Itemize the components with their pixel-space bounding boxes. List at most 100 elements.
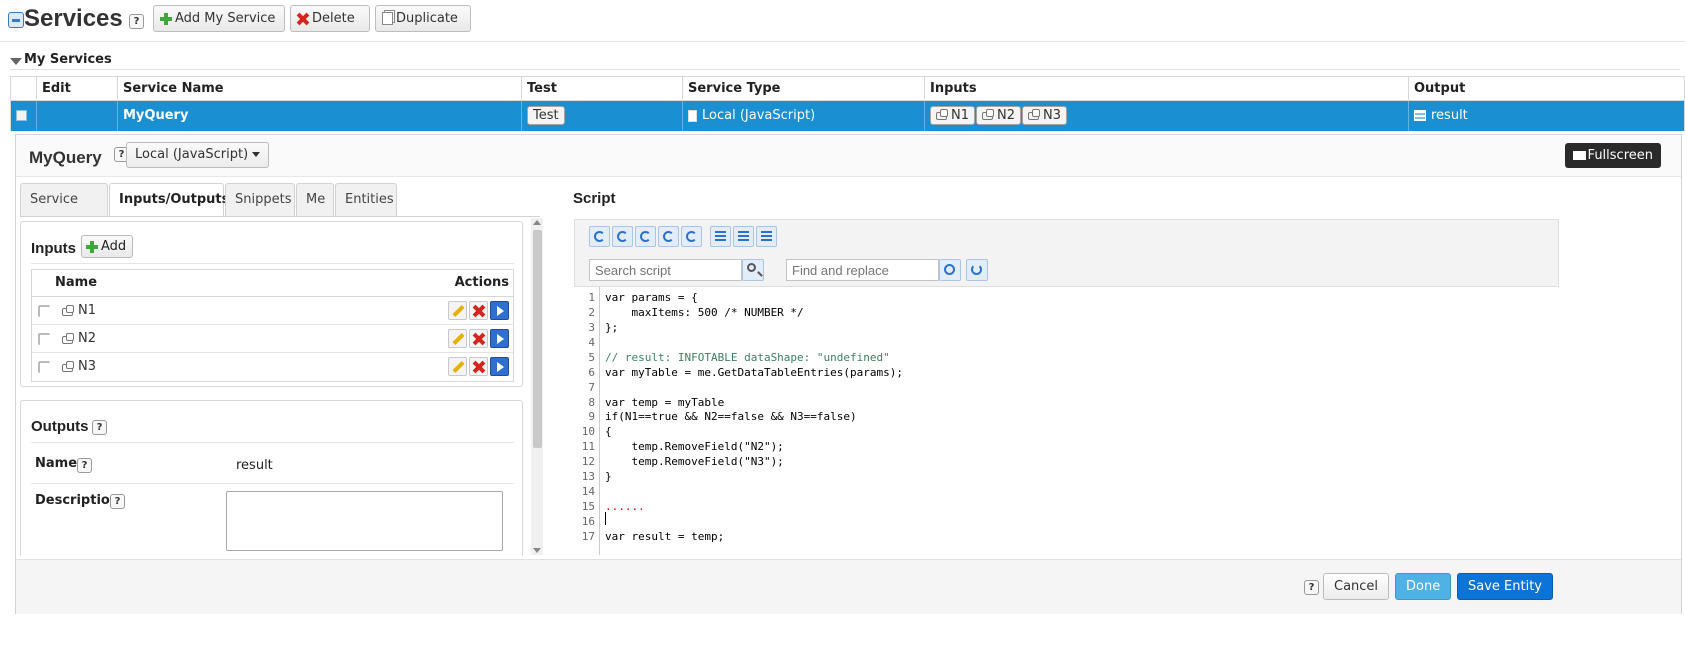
row-checkbox[interactable] <box>16 110 27 121</box>
line-number: 17 <box>581 530 595 543</box>
replace-all-icon[interactable] <box>966 259 988 281</box>
plus-icon <box>86 240 98 253</box>
edit-pencil-icon[interactable] <box>448 301 467 320</box>
input-name: N3 <box>78 359 96 374</box>
go-arrow-icon[interactable] <box>490 301 509 320</box>
grid-header-edit[interactable]: Edit <box>37 77 118 101</box>
drag-handle-icon[interactable] <box>38 361 50 373</box>
add-my-service-label: Add My Service <box>175 11 276 26</box>
code-editor[interactable]: 1 2 3 4 5 6 7 8 9 10 11 12 13 14 15 16 1… <box>574 287 1559 555</box>
replace-icon[interactable] <box>939 259 961 281</box>
service-type-select[interactable]: Local (JavaScript) <box>126 142 270 168</box>
find-replace-input[interactable] <box>786 259 939 281</box>
list-item[interactable]: N1 <box>32 297 513 325</box>
input-chip-n3[interactable]: N3 <box>1022 106 1067 125</box>
outputs-help-button[interactable]: ? <box>92 420 107 435</box>
output-description-help-button[interactable]: ? <box>110 494 125 509</box>
save-entity-button[interactable]: Save Entity <box>1457 573 1553 600</box>
done-button[interactable]: Done <box>1395 573 1452 600</box>
line-number: 10 <box>581 425 595 438</box>
scroll-up-icon[interactable] <box>533 220 541 225</box>
code-line: var myTable = me.GetDataTableEntries(par… <box>605 366 904 379</box>
duplicate-button[interactable]: Duplicate <box>375 5 471 32</box>
code-line: var params = { <box>605 291 698 304</box>
left-pane-scrollbar[interactable] <box>531 218 543 555</box>
list-item[interactable]: N3 <box>32 353 513 381</box>
outputs-box: Outputs ? Name ? result Description ? <box>20 400 523 556</box>
test-button[interactable]: Test <box>527 106 565 125</box>
scroll-down-icon[interactable] <box>533 548 541 553</box>
infotable-icon <box>1414 110 1426 121</box>
page-help-button[interactable]: ? <box>129 14 144 29</box>
tab-me[interactable]: Me <box>296 183 334 216</box>
tab-snippets[interactable]: Snippets <box>225 183 295 216</box>
delete-button[interactable]: Delete <box>290 5 370 32</box>
undo-icon[interactable] <box>589 226 610 247</box>
grid-header-check <box>11 77 37 101</box>
wrap-icon[interactable] <box>756 226 777 247</box>
grid-header-output[interactable]: Output <box>1409 77 1684 101</box>
parameter-icon <box>62 305 74 316</box>
my-services-section[interactable]: My Services <box>10 52 1680 70</box>
tab-service-info[interactable]: Service Info <box>20 183 108 238</box>
drag-handle-icon[interactable] <box>38 333 50 345</box>
line-number: 4 <box>588 336 595 349</box>
divider <box>31 263 514 264</box>
scroll-thumb[interactable] <box>533 230 542 448</box>
search-icon[interactable] <box>742 259 764 281</box>
page-title: Services <box>24 5 123 32</box>
search-script-input[interactable] <box>589 259 742 281</box>
delete-x-icon[interactable] <box>469 329 488 348</box>
indent-icon[interactable] <box>710 226 731 247</box>
code-line: } <box>605 470 612 483</box>
remove-snippet-icon[interactable] <box>658 226 679 247</box>
tab-inputs-outputs[interactable]: Inputs/Outputs <box>109 183 229 217</box>
fullscreen-label: Fullscreen <box>1587 148 1653 163</box>
line-number: 11 <box>581 440 595 453</box>
output-name-label: Name <box>35 456 78 471</box>
add-snippet-icon[interactable] <box>635 226 656 247</box>
format-icon[interactable] <box>733 226 754 247</box>
output-name-help-button[interactable]: ? <box>77 458 92 473</box>
input-chip-n2[interactable]: N2 <box>976 106 1021 125</box>
fullscreen-button[interactable]: Fullscreen <box>1564 143 1661 168</box>
add-my-service-button[interactable]: Add My Service <box>153 5 285 32</box>
delete-x-icon[interactable] <box>469 301 488 320</box>
code-line: maxItems: 500 /* NUMBER */ <box>605 306 804 319</box>
line-number: 2 <box>588 306 595 319</box>
grid-header-test[interactable]: Test <box>522 77 683 101</box>
collapse-arrow-icon[interactable] <box>10 58 22 65</box>
cancel-button[interactable]: Cancel <box>1323 573 1390 600</box>
drag-handle-icon[interactable] <box>38 305 50 317</box>
table-row[interactable]: MyQuery Test Local (JavaScript) N1 N2 N3 r… <box>11 101 1684 131</box>
plus-icon <box>160 12 172 25</box>
line-number: 5 <box>588 351 595 364</box>
code-line: // result: INFOTABLE dataShape: "undefin… <box>605 351 890 364</box>
edit-pencil-icon[interactable] <box>448 329 467 348</box>
hand-icon[interactable] <box>681 226 702 247</box>
grid-header: Edit Service Name Test Service Type Inpu… <box>11 77 1684 101</box>
grid-header-inputs[interactable]: Inputs <box>925 77 1409 101</box>
line-number: 6 <box>588 366 595 379</box>
input-chip-n1[interactable]: N1 <box>930 106 975 125</box>
go-arrow-icon[interactable] <box>490 357 509 376</box>
tab-entities[interactable]: Entities <box>335 183 397 216</box>
go-arrow-icon[interactable] <box>490 329 509 348</box>
row-service-name[interactable]: MyQuery <box>118 101 522 131</box>
delete-x-icon[interactable] <box>469 357 488 376</box>
duplicate-label: Duplicate <box>396 11 458 26</box>
grid-header-service-name[interactable]: Service Name <box>118 77 522 101</box>
line-number: 9 <box>588 410 595 423</box>
row-edit-cell[interactable] <box>37 101 118 131</box>
output-description-field[interactable] <box>226 491 503 551</box>
code-line: var temp = myTable <box>605 396 725 409</box>
redo-icon[interactable] <box>612 226 633 247</box>
list-item[interactable]: N2 <box>32 325 513 353</box>
grid-header-service-type[interactable]: Service Type <box>683 77 925 101</box>
footer-help-button[interactable]: ? <box>1304 580 1319 595</box>
edit-pencil-icon[interactable] <box>448 357 467 376</box>
add-input-button[interactable]: Add <box>81 235 134 258</box>
row-test-cell: Test <box>522 101 683 131</box>
line-gutter: 1 2 3 4 5 6 7 8 9 10 11 12 13 14 15 16 1… <box>574 287 600 555</box>
script-title: Script <box>573 190 616 207</box>
